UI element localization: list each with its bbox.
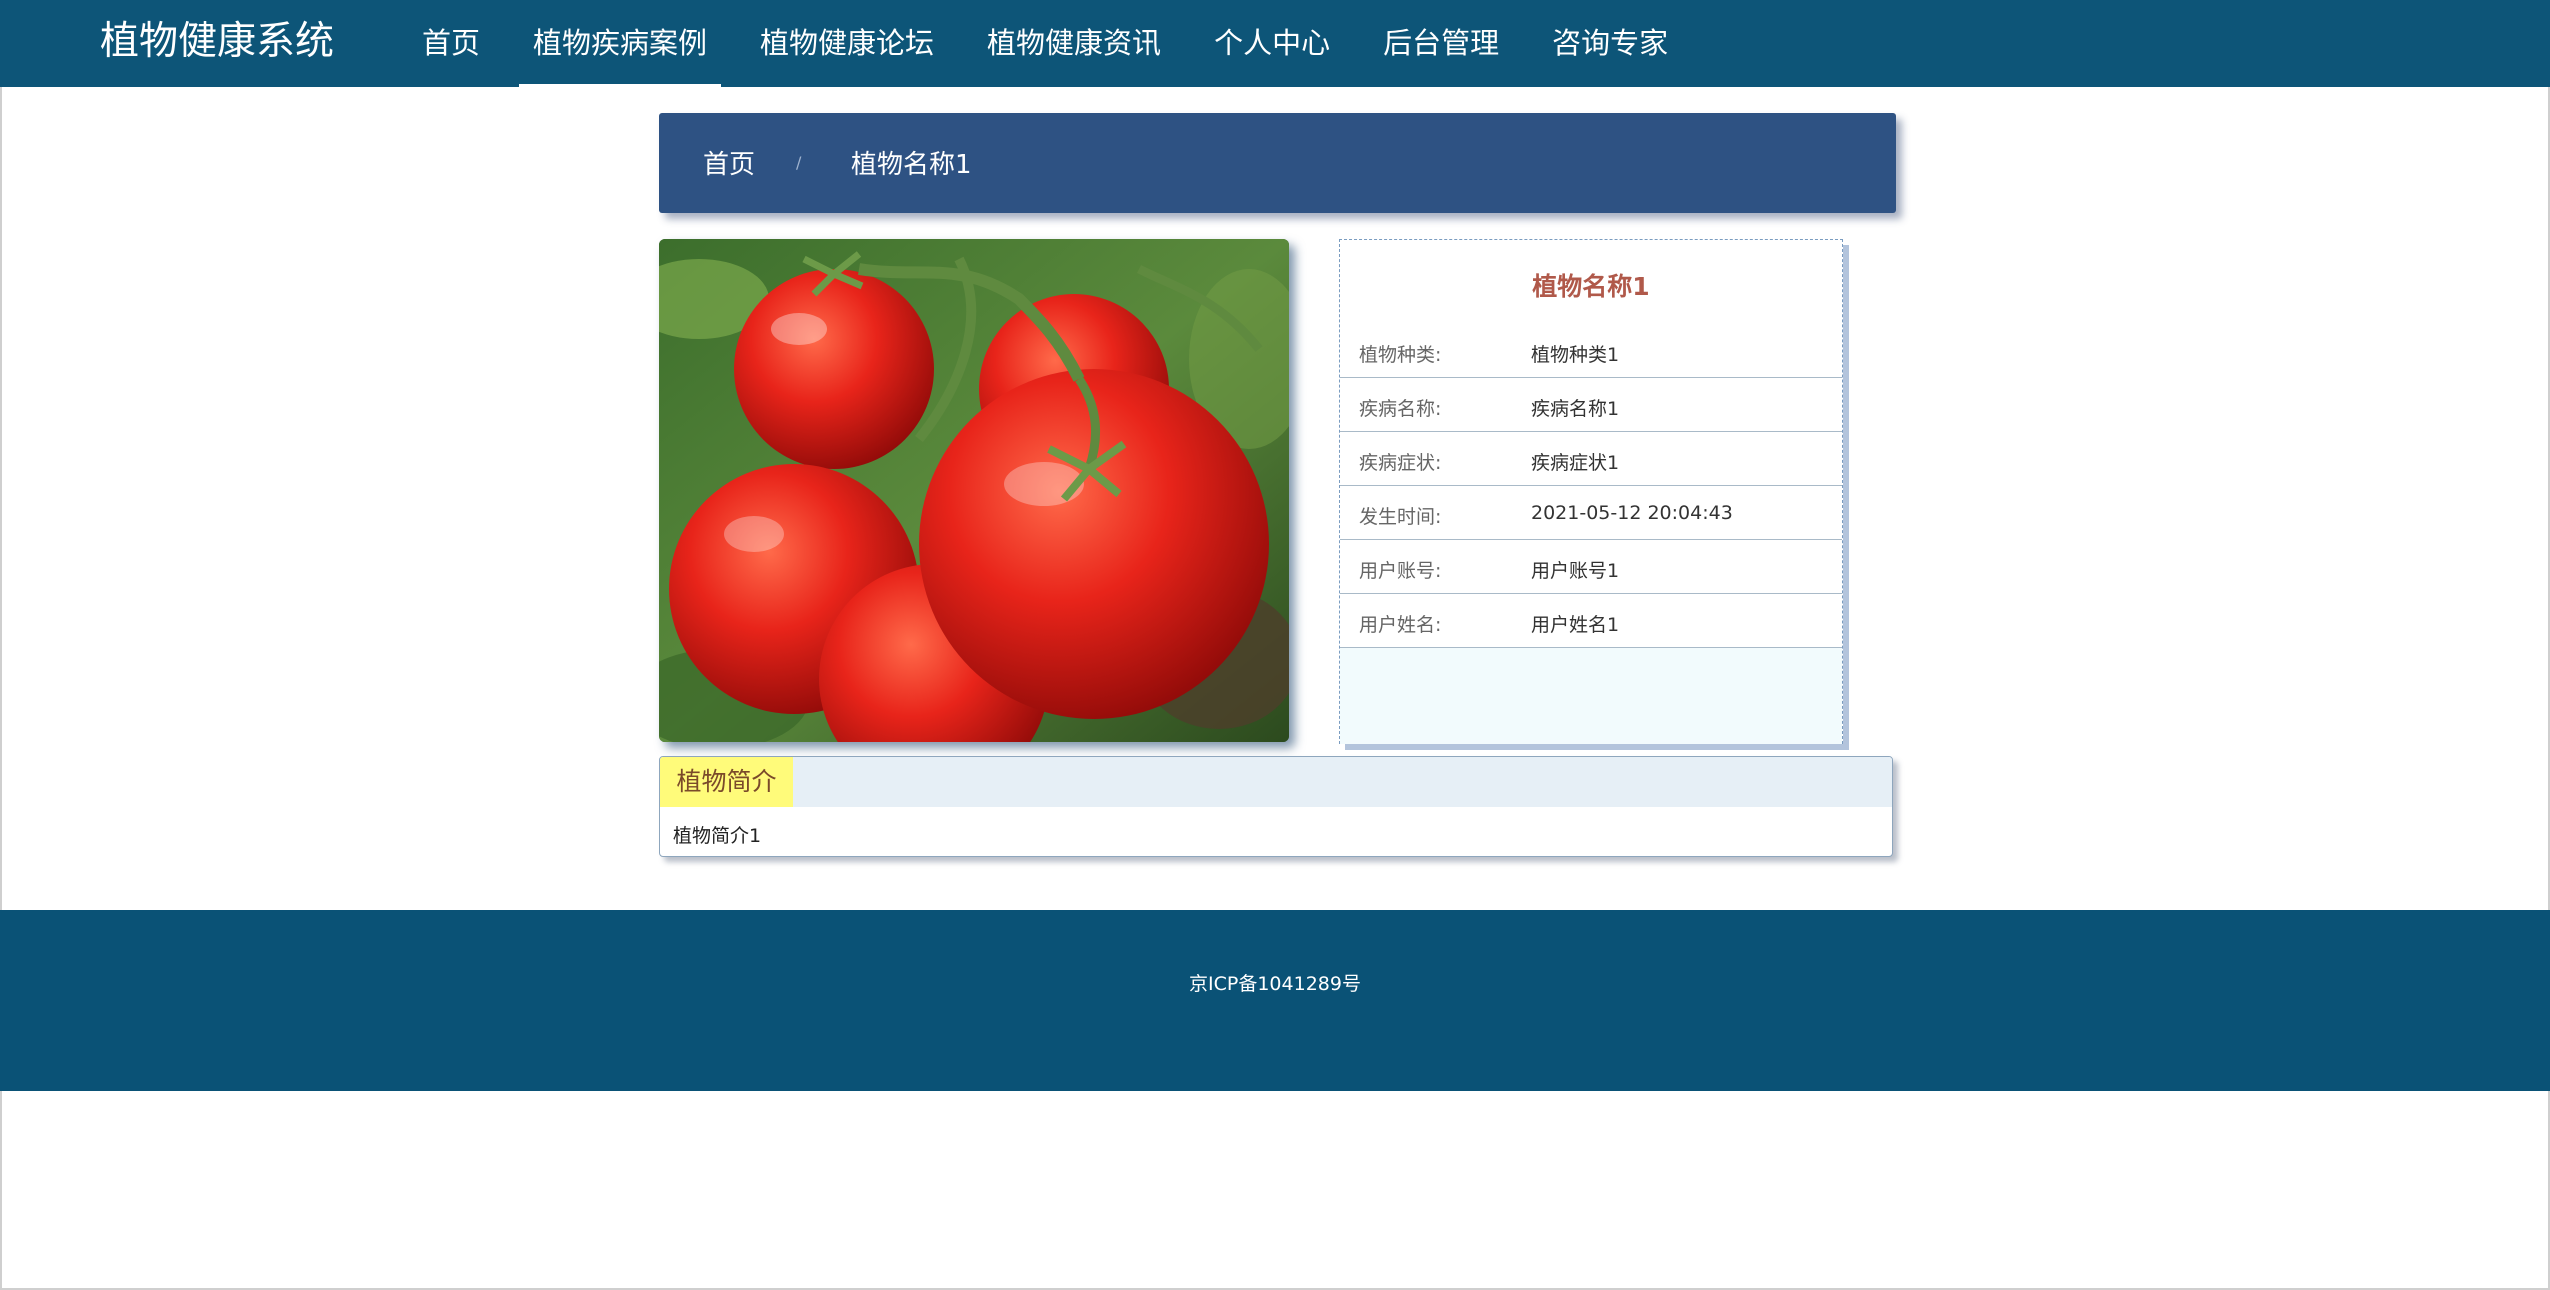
- detail-value: 植物种类1: [1531, 344, 1620, 366]
- nav-item-home[interactable]: 首页: [408, 0, 494, 87]
- main-nav: 首页 植物疾病案例 植物健康论坛 植物健康资讯 个人中心 后台管理 咨询专家: [408, 0, 1707, 87]
- detail-value: 疾病症状1: [1531, 452, 1620, 474]
- intro-content: 植物简介1: [673, 825, 762, 847]
- detail-row-occurred-time: 发生时间: 2021-05-12 20:04:43: [1340, 486, 1842, 540]
- detail-row-disease-name: 疾病名称: 疾病名称1: [1340, 378, 1842, 432]
- detail-label: 疾病名称:: [1359, 398, 1442, 420]
- nav-item-forum[interactable]: 植物健康论坛: [746, 0, 948, 87]
- intro-panel-header: 植物简介: [660, 757, 1892, 807]
- site-brand[interactable]: 植物健康系统: [100, 18, 334, 66]
- detail-label: 疾病症状:: [1359, 452, 1442, 474]
- detail-value: 用户账号1: [1531, 560, 1620, 582]
- nav-item-personal-center[interactable]: 个人中心: [1200, 0, 1344, 87]
- detail-value: 用户姓名1: [1531, 614, 1620, 636]
- top-navbar: 植物健康系统 首页 植物疾病案例 植物健康论坛 植物健康资讯 个人中心 后台管理…: [0, 0, 2550, 87]
- nav-item-consult-expert[interactable]: 咨询专家: [1538, 0, 1682, 87]
- detail-value: 疾病名称1: [1531, 398, 1620, 420]
- breadcrumb-separator: /: [796, 153, 802, 172]
- detail-value: 2021-05-12 20:04:43: [1531, 502, 1733, 524]
- detail-label: 发生时间:: [1359, 506, 1442, 528]
- breadcrumb: 首页 / 植物名称1: [659, 113, 1896, 213]
- detail-row-symptoms: 疾病症状: 疾病症状1: [1340, 432, 1842, 486]
- detail-card-footer: [1340, 648, 1842, 744]
- plant-intro-panel: 植物简介 植物简介1: [659, 756, 1893, 857]
- plant-photo: [659, 239, 1289, 742]
- detail-label: 用户姓名:: [1359, 614, 1442, 636]
- site-footer: 京ICP备1041289号: [0, 910, 2550, 1091]
- plant-detail-card: 植物名称1 植物种类: 植物种类1 疾病名称: 疾病名称1 疾病症状: 疾病症状…: [1339, 239, 1843, 744]
- breadcrumb-current: 植物名称1: [851, 150, 972, 180]
- nav-item-news[interactable]: 植物健康资讯: [973, 0, 1175, 87]
- plant-name-title: 植物名称1: [1532, 272, 1650, 301]
- nav-item-admin[interactable]: 后台管理: [1369, 0, 1513, 87]
- detail-label: 植物种类:: [1359, 344, 1442, 366]
- detail-row-species: 植物种类: 植物种类1: [1340, 324, 1842, 378]
- nav-item-disease-cases[interactable]: 植物疾病案例: [519, 0, 722, 87]
- icp-record: 京ICP备1041289号: [1189, 973, 1361, 995]
- detail-label: 用户账号:: [1359, 560, 1442, 582]
- intro-tab[interactable]: 植物简介: [660, 757, 793, 807]
- detail-row-user-name: 用户姓名: 用户姓名1: [1340, 594, 1842, 648]
- detail-row-user-account: 用户账号: 用户账号1: [1340, 540, 1842, 594]
- breadcrumb-home-link[interactable]: 首页: [703, 144, 755, 181]
